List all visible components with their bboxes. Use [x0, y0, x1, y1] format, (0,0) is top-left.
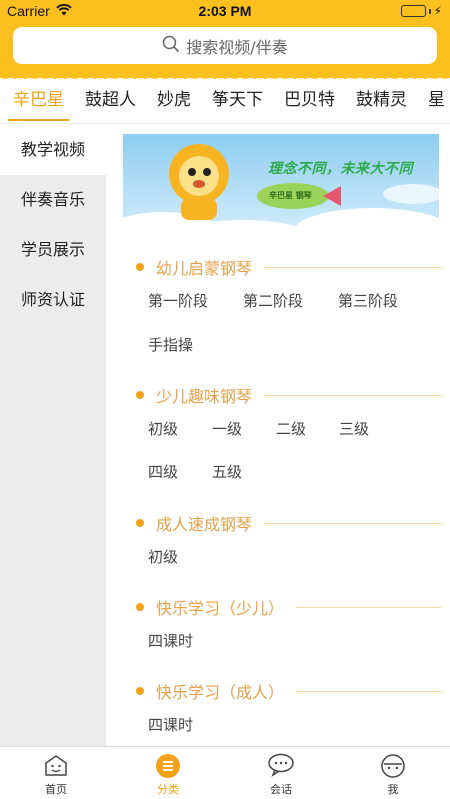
search-placeholder: 搜索视频/伴奏 [186, 37, 288, 57]
section-title: 少儿趣味钢琴 [156, 387, 253, 406]
section-divider [296, 690, 441, 692]
clock: 2:03 PM [198, 3, 252, 19]
side-item-accompaniment[interactable]: 伴奏音乐 [0, 175, 106, 225]
item-finger-exercise[interactable]: 手指操 [148, 334, 193, 355]
bottom-tab-bar: 首页 分类 会话 我 [0, 746, 450, 799]
category-icon [155, 753, 181, 783]
home-face-icon [43, 753, 69, 781]
tab-miaohu[interactable]: 妙虎 [157, 84, 191, 123]
section-title: 幼儿启蒙钢琴 [156, 259, 253, 278]
banner-badge: 辛巴星 钢琴 [269, 191, 312, 200]
nav-profile[interactable]: 我 [337, 747, 449, 799]
section-divider [264, 522, 441, 524]
nav-home[interactable]: 首页 [0, 747, 112, 799]
section-divider [264, 394, 441, 396]
item-level-2[interactable]: 二级 [276, 418, 306, 439]
item-level-4[interactable]: 四级 [148, 461, 178, 482]
app-header: Carrier 2:03 PM ⚡ 搜索视频/伴奏 [0, 0, 450, 78]
battery-icon: ⚡ [400, 4, 442, 18]
tab-xing-partial[interactable]: 星 [428, 84, 445, 123]
section-title: 快乐学习（成人） [156, 683, 285, 702]
nav-label: 我 [387, 783, 399, 796]
item-level-5[interactable]: 五级 [212, 461, 242, 482]
item-four-lessons[interactable]: 四课时 [148, 630, 193, 651]
content-panel: 理念不同，未来大不同 辛巴星 钢琴 幼儿启蒙钢琴 第一阶段 第二阶段 第三阶段 … [106, 125, 450, 746]
section-bullet [136, 263, 144, 271]
section-adult-quick-piano: 成人速成钢琴 初级 [136, 512, 441, 576]
section-bullet [136, 391, 144, 399]
tab-guchaoren[interactable]: 鼓超人 [85, 84, 136, 123]
item-level-3[interactable]: 三级 [339, 418, 369, 439]
item-level-1[interactable]: 一级 [212, 418, 242, 439]
header-scallop-edge [0, 74, 450, 79]
tab-zhengtianxia[interactable]: 筝天下 [212, 84, 263, 123]
side-item-teacher-cert[interactable]: 师资认证 [0, 275, 106, 325]
banner-slogan: 理念不同，未来大不同 [268, 161, 413, 177]
section-bullet [136, 687, 144, 695]
section-bullet [136, 519, 144, 527]
section-title: 快乐学习（少儿） [156, 599, 285, 618]
promo-banner[interactable]: 理念不同，未来大不同 辛巴星 钢琴 [123, 134, 439, 240]
section-happy-learning-adult: 快乐学习（成人） 四课时 [136, 680, 441, 744]
nav-label: 会话 [270, 783, 292, 796]
chat-icon [267, 753, 295, 781]
side-item-teaching-videos[interactable]: 教学视频 [0, 125, 106, 175]
profile-icon [380, 753, 406, 783]
section-kids-fun-piano: 少儿趣味钢琴 初级 一级 二级 三级 四级 五级 [136, 384, 441, 508]
status-bar: Carrier 2:03 PM ⚡ [0, 0, 450, 22]
item-stage-1[interactable]: 第一阶段 [148, 290, 208, 311]
nav-chat[interactable]: 会话 [225, 747, 337, 799]
side-menu: 教学视频 伴奏音乐 学员展示 师资认证 [0, 125, 106, 746]
item-stage-2[interactable]: 第二阶段 [243, 290, 303, 311]
section-bullet [136, 603, 144, 611]
tab-babeite[interactable]: 巴贝特 [284, 84, 335, 123]
tab-xinbaxing[interactable]: 辛巴星 [8, 84, 69, 123]
section-happy-learning-kids: 快乐学习（少儿） 四课时 [136, 596, 441, 660]
nav-label: 分类 [157, 783, 179, 796]
search-bar[interactable]: 搜索视频/伴奏 [13, 27, 437, 64]
item-beginner[interactable]: 初级 [148, 418, 178, 439]
section-divider [296, 606, 441, 608]
item-beginner[interactable]: 初级 [148, 546, 178, 567]
tab-gujingling[interactable]: 鼓精灵 [356, 84, 407, 123]
search-icon [162, 35, 180, 57]
banner-illustration [123, 144, 439, 240]
item-stage-3[interactable]: 第三阶段 [338, 290, 398, 311]
section-divider [264, 266, 441, 268]
category-tabs: 辛巴星 鼓超人 妙虎 筝天下 巴贝特 鼓精灵 星 [0, 84, 450, 124]
item-four-lessons[interactable]: 四课时 [148, 714, 193, 735]
section-toddler-piano: 幼儿启蒙钢琴 第一阶段 第二阶段 第三阶段 手指操 [136, 256, 441, 400]
section-title: 成人速成钢琴 [156, 515, 253, 534]
nav-label: 首页 [45, 783, 67, 796]
side-item-student-showcase[interactable]: 学员展示 [0, 225, 106, 275]
nav-category[interactable]: 分类 [112, 747, 224, 799]
